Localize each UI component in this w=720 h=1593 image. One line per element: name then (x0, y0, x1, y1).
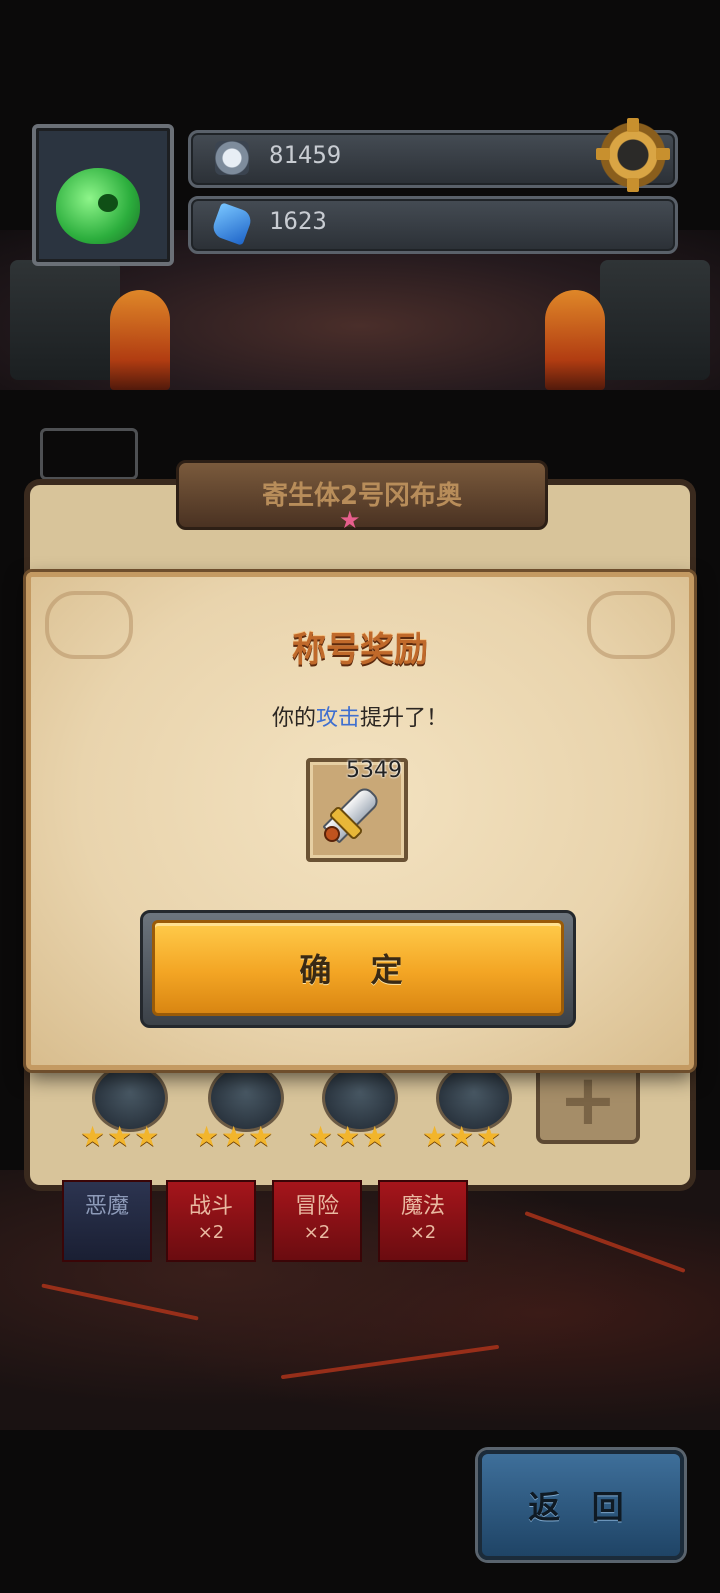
message-highlight: 攻击 (315, 706, 360, 731)
flag-multiplier: ×2 (303, 1222, 331, 1243)
flag-adventure[interactable]: 冒险 ×2 (272, 1180, 362, 1262)
soul-count: 81459 (269, 141, 342, 169)
sword-pommel (324, 826, 340, 842)
flag-label: 战斗 (188, 1194, 233, 1219)
message-suffix: 提升了！ (360, 706, 449, 731)
flag-label: 魔法 (400, 1194, 445, 1219)
reward-value: 5349 (346, 758, 402, 783)
hero-title-name: 寄生体2号冈布奥 (261, 481, 463, 511)
pink-star-icon: ★ (339, 506, 361, 534)
gem-count: 1623 (269, 207, 327, 235)
emblem-stars: ★★★ (80, 1120, 162, 1153)
lava-fall-left (110, 290, 170, 390)
slime-eye (98, 194, 118, 212)
blue-gem-icon (210, 202, 254, 246)
flag-label: 恶魔 (84, 1194, 129, 1219)
flag-magic[interactable]: 魔法 ×2 (378, 1180, 468, 1262)
confirm-button[interactable]: 确 定 (152, 920, 564, 1016)
dialog-message: 你的攻击提升了！ (0, 700, 720, 732)
lava-fall-right (545, 290, 605, 390)
flag-multiplier: ×2 (197, 1222, 225, 1243)
skull-token-icon (215, 141, 249, 175)
emblem-stars: ★★★ (194, 1120, 276, 1153)
flag-label: 冒险 (294, 1194, 339, 1219)
stone-pillar-left (10, 260, 120, 380)
message-prefix: 你的 (271, 706, 316, 731)
player-avatar[interactable] (32, 124, 174, 266)
gem-currency-bar: 1623 (188, 196, 678, 254)
emblem-stars: ★★★ (422, 1120, 504, 1153)
settings-gear-icon[interactable] (596, 118, 670, 192)
stone-pillar-right (600, 260, 710, 380)
back-button[interactable]: 返 回 (478, 1450, 684, 1560)
flag-combat[interactable]: 战斗 ×2 (166, 1180, 256, 1262)
flag-demon[interactable]: 恶魔 (62, 1180, 152, 1262)
dialog-title: 称号奖励 (292, 630, 428, 670)
chain-lock-icon (40, 428, 138, 480)
add-slot-plus-icon[interactable]: + (536, 1060, 640, 1144)
emblem-stars: ★★★ (308, 1120, 390, 1153)
flag-multiplier: ×2 (409, 1222, 437, 1243)
